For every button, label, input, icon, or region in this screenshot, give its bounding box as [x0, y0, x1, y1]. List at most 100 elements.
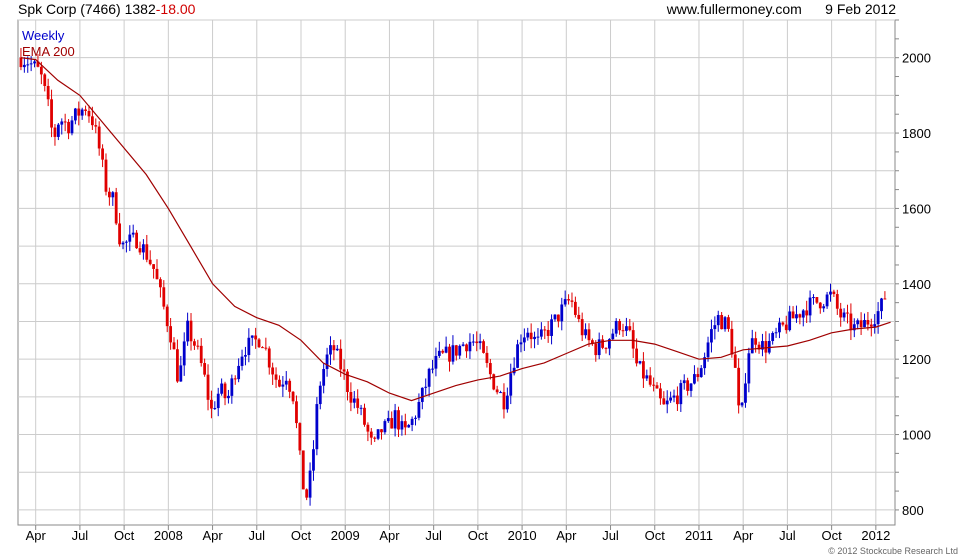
x-tick-label: Oct — [822, 528, 843, 543]
candle-body — [628, 326, 632, 331]
candle-body — [281, 384, 285, 387]
candle-body — [543, 329, 547, 331]
candle — [383, 419, 387, 435]
candle-body — [437, 350, 441, 356]
candle-body — [291, 391, 295, 402]
candle-body — [672, 395, 676, 398]
candle-body — [526, 332, 530, 338]
candle-body — [257, 339, 261, 348]
candle-body — [839, 308, 843, 318]
candle-body — [835, 294, 839, 309]
candle-body — [499, 392, 502, 394]
candle-body — [339, 348, 343, 370]
candle-body — [199, 345, 203, 364]
candle-body — [801, 310, 805, 318]
candle-body — [128, 234, 132, 242]
candle — [104, 153, 108, 196]
candle-body — [424, 386, 428, 388]
candle-body — [288, 380, 292, 392]
candle-body — [740, 402, 744, 406]
candle — [298, 422, 302, 455]
candle-body — [465, 344, 468, 352]
candle-body — [812, 297, 815, 299]
candle-body — [410, 418, 414, 425]
candle-body — [101, 148, 104, 160]
candle-body — [645, 375, 649, 379]
candle-body — [573, 301, 577, 315]
candle-body — [869, 324, 873, 327]
candle-body — [176, 349, 179, 382]
legend-weekly: Weekly — [22, 28, 65, 43]
candle-body — [720, 315, 724, 330]
candle-body — [250, 335, 254, 338]
candle-body — [454, 345, 458, 356]
candle-body — [798, 314, 802, 318]
candle-body — [420, 387, 424, 402]
candle-body — [795, 314, 798, 319]
candle-body — [274, 374, 278, 380]
candle-body — [495, 389, 499, 393]
candle-body — [114, 192, 118, 224]
candle-body — [390, 418, 394, 429]
candle-body — [431, 368, 434, 370]
candle-body — [883, 298, 887, 300]
candle-body — [584, 329, 587, 336]
candle-body — [356, 398, 360, 408]
candle-body — [349, 392, 353, 403]
candle-body — [46, 85, 50, 100]
candle-body — [155, 268, 159, 280]
candle-body — [414, 417, 417, 419]
candle-body — [206, 374, 210, 400]
candle-body — [679, 383, 683, 405]
x-tick-label: Jul — [779, 528, 796, 543]
candle-body — [373, 437, 377, 439]
candle-body — [478, 341, 482, 344]
candle-body — [33, 61, 36, 64]
x-tick-label: Apr — [26, 528, 47, 543]
candle-body — [468, 341, 472, 352]
candle-body — [22, 64, 26, 68]
candle-body — [625, 326, 628, 331]
candle-body — [553, 314, 557, 320]
candle-body — [488, 363, 492, 375]
candle-body — [713, 325, 717, 330]
candle-body — [363, 407, 366, 425]
x-axis: Apr Jul Oct 2008 Apr Jul Oct 2009 Apr Jul Oct 2010 A… — [26, 525, 890, 543]
candle-body — [774, 332, 778, 334]
candle-body — [213, 408, 217, 410]
candle-body — [710, 329, 713, 343]
candle-body — [90, 116, 94, 126]
legend-ema-200: EMA 200 — [22, 44, 75, 59]
x-tick-label: Jul — [602, 528, 619, 543]
candle-body — [475, 341, 479, 344]
candle-body — [312, 449, 315, 471]
candle-body — [519, 342, 523, 345]
candle-body — [203, 363, 207, 375]
candle-body — [846, 312, 849, 314]
candle — [492, 373, 496, 391]
candle-body — [621, 330, 625, 332]
candle-body — [230, 378, 234, 396]
candle-body — [849, 313, 853, 331]
candle-body — [750, 338, 754, 354]
y-tick-label: 800 — [902, 503, 924, 518]
candle-body — [138, 248, 142, 253]
candle-body — [189, 320, 193, 342]
candle-body — [856, 320, 860, 325]
candle — [257, 337, 261, 348]
candle-body — [614, 321, 618, 334]
candle-body — [522, 337, 526, 343]
candle-body — [193, 341, 196, 346]
candle-body — [781, 322, 785, 325]
candle-body — [730, 328, 734, 355]
candle-body — [237, 365, 241, 380]
candle-body — [747, 353, 751, 384]
candle-body — [220, 383, 224, 394]
candle-body — [733, 354, 737, 368]
candle-body — [505, 395, 509, 410]
candle-body — [832, 291, 836, 295]
candle-body — [577, 314, 581, 320]
candle-body — [56, 124, 60, 137]
candle-body — [594, 343, 598, 356]
candle-body — [94, 125, 98, 127]
